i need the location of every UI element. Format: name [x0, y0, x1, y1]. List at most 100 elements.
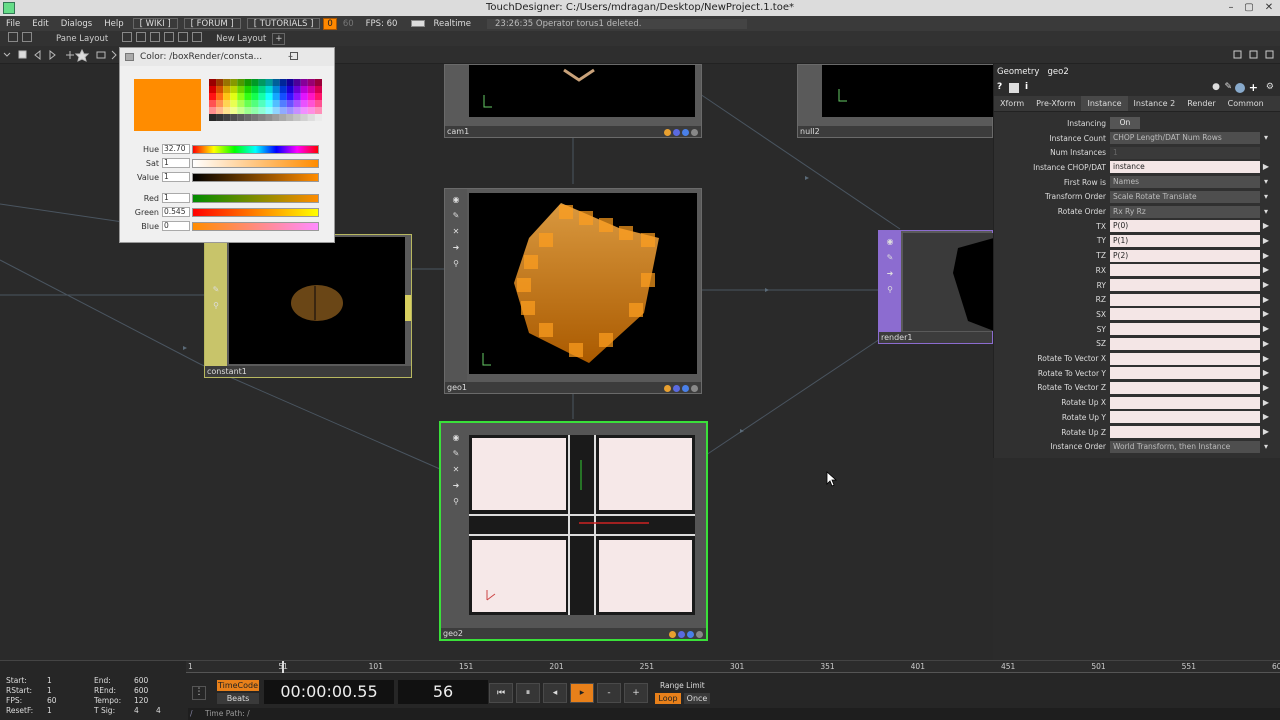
palette-cell[interactable]	[279, 100, 287, 107]
palette-cell[interactable]	[209, 86, 217, 93]
palette-cell[interactable]	[258, 100, 266, 107]
palette-cell[interactable]	[251, 79, 259, 86]
reverse-button[interactable]: ◂	[543, 683, 567, 703]
palette-cell[interactable]	[272, 93, 280, 100]
palette-cell[interactable]	[300, 114, 308, 121]
tab-render[interactable]: Render	[1181, 96, 1221, 111]
blue-value[interactable]: 0	[162, 221, 190, 231]
red-slider[interactable]	[192, 193, 319, 203]
param-value[interactable]: Scale Rotate Translate	[1110, 190, 1260, 203]
tsig-numerator[interactable]: 4	[134, 706, 139, 715]
menu-dialogs[interactable]: Dialogs	[55, 19, 99, 29]
palette-cell[interactable]	[265, 100, 273, 107]
param-value[interactable]: World Transform, then Instance	[1110, 440, 1260, 453]
timebar-toggle[interactable]: ⋮	[192, 686, 206, 700]
minimize-button[interactable]: –	[1222, 0, 1240, 16]
value-row[interactable]: Value 1	[120, 172, 319, 182]
sat-value[interactable]: 1	[162, 158, 190, 168]
palette-cell[interactable]	[314, 86, 322, 93]
palette-cell[interactable]	[209, 100, 217, 107]
blue-row[interactable]: Blue 0	[120, 221, 319, 231]
palette-cell[interactable]	[223, 114, 231, 121]
palette-cell[interactable]	[216, 114, 224, 121]
timecode-display[interactable]: 00:00:00.55	[264, 680, 394, 704]
param-value[interactable]	[1110, 293, 1260, 306]
red-row[interactable]: Red 1	[120, 193, 319, 203]
info-icon[interactable]: i	[1025, 82, 1028, 92]
step-forward-button[interactable]: +	[624, 683, 648, 703]
palette-cell[interactable]	[216, 79, 224, 86]
dropdown-arrow-icon[interactable]: ▾	[1260, 206, 1272, 218]
forum-button[interactable]: [ FORUM ]	[183, 18, 241, 29]
param-value[interactable]	[1110, 264, 1260, 277]
time-path-icon[interactable]: /	[190, 709, 193, 718]
pane-window-icons[interactable]	[1230, 46, 1280, 64]
palette-cell[interactable]	[265, 79, 273, 86]
palette-cell[interactable]	[286, 100, 294, 107]
tab-instance[interactable]: Instance	[1081, 96, 1128, 111]
node-render1[interactable]: ◉ ✎ ➜ ⚲ render1	[878, 230, 993, 344]
cam1-flags[interactable]	[664, 129, 698, 136]
palette-cell[interactable]	[293, 93, 301, 100]
value-slider[interactable]	[192, 172, 319, 182]
palette-cell[interactable]	[237, 79, 245, 86]
blue-slider[interactable]	[192, 221, 319, 231]
layout-presets[interactable]	[114, 32, 210, 45]
palette-cell[interactable]	[307, 100, 315, 107]
comment-icon[interactable]: ●	[1212, 82, 1220, 92]
expand-arrow-icon[interactable]: ▶	[1260, 279, 1272, 291]
param-value[interactable]: On	[1110, 117, 1140, 130]
palette-cell[interactable]	[244, 86, 252, 93]
node-cam1[interactable]: cam1	[444, 64, 702, 138]
node-geo2[interactable]: ◉ ✎ ✕ ➜ ⚲ geo2	[439, 421, 708, 641]
expand-arrow-icon[interactable]: ▶	[1260, 308, 1272, 320]
palette-cell[interactable]	[293, 86, 301, 93]
expand-arrow-icon[interactable]: ▶	[1260, 426, 1272, 438]
param-value[interactable]	[1110, 426, 1260, 439]
palette-cell[interactable]	[223, 86, 231, 93]
pause-button[interactable]: ⏸	[516, 683, 540, 703]
palette-cell[interactable]	[293, 107, 301, 114]
palette-cell[interactable]	[314, 79, 322, 86]
palette-cell[interactable]	[300, 107, 308, 114]
palette-cell[interactable]	[314, 100, 322, 107]
palette-cell[interactable]	[272, 114, 280, 121]
palette-cell[interactable]	[223, 107, 231, 114]
sat-slider[interactable]	[192, 158, 319, 168]
param-value[interactable]	[1110, 396, 1260, 409]
color-icon[interactable]	[1235, 83, 1245, 93]
palette-cell[interactable]	[251, 114, 259, 121]
param-value[interactable]: Rx Ry Rz	[1110, 205, 1260, 218]
param-value[interactable]	[1110, 323, 1260, 336]
param-value[interactable]	[1110, 411, 1260, 424]
expand-arrow-icon[interactable]: ▶	[1260, 397, 1272, 409]
playhead[interactable]	[282, 661, 284, 673]
param-value[interactable]: instance	[1110, 161, 1260, 174]
node-constant1[interactable]: ✎ ⚲ constant1	[204, 234, 412, 378]
palette-cell[interactable]	[300, 100, 308, 107]
palette-cell[interactable]	[251, 86, 259, 93]
palette-cell[interactable]	[237, 107, 245, 114]
palette-cell[interactable]	[244, 100, 252, 107]
palette-cell[interactable]	[265, 114, 273, 121]
palette-cell[interactable]	[314, 114, 322, 121]
palette-cell[interactable]	[237, 86, 245, 93]
constant1-side-toolbar[interactable]: ✎ ⚲	[205, 235, 227, 366]
palette-cell[interactable]	[230, 93, 238, 100]
hue-row[interactable]: Hue 32.70	[120, 144, 319, 154]
palette-cell[interactable]	[265, 107, 273, 114]
tab-pre-xform[interactable]: Pre-Xform	[1030, 96, 1081, 111]
palette-cell[interactable]	[216, 107, 224, 114]
node-null2[interactable]: null2	[797, 64, 993, 138]
palette-cell[interactable]	[265, 86, 273, 93]
expand-arrow-icon[interactable]: ▶	[1260, 264, 1272, 276]
palette-cell[interactable]	[244, 107, 252, 114]
palette-cell[interactable]	[244, 93, 252, 100]
palette-cell[interactable]	[223, 93, 231, 100]
param-value[interactable]: CHOP Length/DAT Num Rows	[1110, 132, 1260, 145]
geo2-side-toolbar[interactable]: ◉ ✎ ✕ ➜ ⚲	[445, 427, 467, 628]
close-button[interactable]: ✕	[1260, 0, 1278, 16]
expand-arrow-icon[interactable]: ▶	[1260, 250, 1272, 262]
palette-cell[interactable]	[216, 86, 224, 93]
resetf-value[interactable]: 1	[47, 706, 52, 715]
